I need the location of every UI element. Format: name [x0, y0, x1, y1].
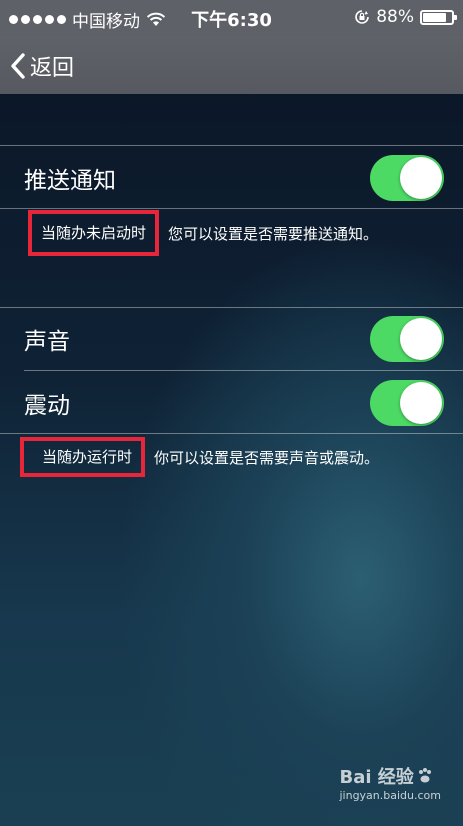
- back-button[interactable]: 返回: [10, 50, 74, 82]
- run-note-highlight: 当随办运行时: [20, 437, 146, 477]
- vibrate-toggle[interactable]: [370, 380, 444, 426]
- divider: [0, 433, 463, 434]
- status-bar: 中国移动 下午6:30 88%: [0, 0, 463, 36]
- back-label: 返回: [30, 56, 75, 81]
- battery-fill: [423, 12, 446, 22]
- battery-percent: 88%: [376, 7, 414, 27]
- push-notification-row: 推送通知: [0, 148, 463, 208]
- run-note-text: 你可以设置是否需要声音或震动。: [154, 448, 380, 467]
- battery-icon: [420, 9, 457, 25]
- toggle-knob: [400, 382, 442, 424]
- watermark-url: jingyan.baidu.com: [339, 789, 441, 802]
- divider: [0, 208, 463, 209]
- status-right: 88%: [354, 7, 457, 27]
- toggle-knob: [400, 157, 442, 199]
- watermark-brand: Bai 经验: [339, 767, 414, 788]
- baidu-jingyan-logo: Bai 经验: [339, 763, 441, 789]
- vibrate-row: 震动: [0, 373, 463, 433]
- push-note-text: 您可以设置是否需要推送通知。: [168, 224, 379, 243]
- baidu-watermark: Bai 经验 jingyan.baidu.com: [339, 763, 441, 802]
- vibrate-label: 震动: [24, 393, 70, 419]
- divider: [24, 370, 463, 371]
- divider: [0, 145, 463, 146]
- sound-toggle[interactable]: [370, 316, 444, 362]
- sound-label: 声音: [24, 329, 70, 355]
- run-note: 当随办运行时 你可以设置是否需要声音或震动。: [20, 437, 379, 477]
- push-notification-toggle[interactable]: [370, 155, 444, 201]
- push-note-highlight: 当随办未启动时: [28, 210, 160, 256]
- nav-bar: 返回: [0, 36, 463, 94]
- rotation-lock-icon: [355, 10, 370, 24]
- toggle-knob: [400, 318, 442, 360]
- divider: [0, 307, 463, 308]
- chevron-left-icon: [11, 53, 25, 79]
- push-note: 当随办未启动时 您可以设置是否需要推送通知。: [28, 210, 378, 256]
- sound-row: 声音: [0, 309, 463, 369]
- push-notification-label: 推送通知: [24, 168, 116, 194]
- paw-icon: [418, 768, 431, 783]
